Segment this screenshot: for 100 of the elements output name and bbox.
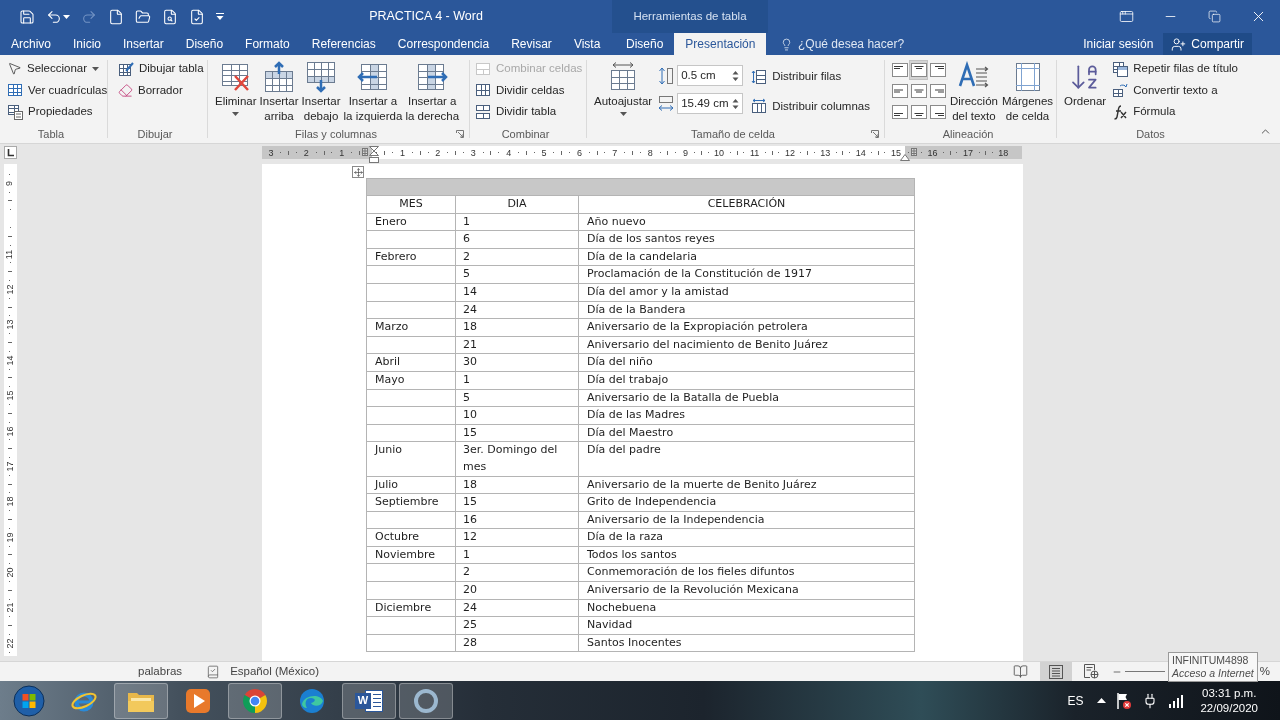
column-marker-icon[interactable]	[362, 148, 368, 156]
customize-menu-icon[interactable]	[216, 13, 224, 20]
document-check-icon[interactable]	[189, 8, 205, 25]
table-cell: 15	[456, 424, 579, 443]
table-cell: Día de los santos reyes	[579, 231, 915, 249]
insert-right-button[interactable]: Insertar a la derecha	[404, 55, 461, 124]
repeat-header-rows-button[interactable]: Repetir filas de título	[1109, 58, 1242, 80]
row-height-field[interactable]: 0.5 cm	[677, 65, 744, 86]
split-table-icon	[475, 103, 491, 120]
taskbar-button[interactable]	[399, 682, 453, 719]
taskbar-button[interactable]	[114, 682, 168, 719]
ribbon-tab[interactable]: Inicio	[62, 33, 113, 55]
share-button[interactable]: Compartir	[1163, 33, 1252, 55]
ribbon-tab[interactable]: Diseño	[615, 33, 675, 55]
select-button[interactable]: Seleccionar	[4, 58, 111, 80]
table-cell: 3er. Domingo del mes	[456, 442, 579, 477]
print-preview-icon[interactable]	[162, 8, 178, 25]
page-layout-icon	[1047, 664, 1064, 679]
table-cell: 2	[456, 248, 579, 267]
formula-button[interactable]: Fórmula	[1109, 101, 1242, 123]
table-cell: 10	[456, 407, 579, 425]
indent-marker-icon[interactable]	[369, 146, 379, 163]
dialog-launcher-icon[interactable]	[456, 130, 464, 138]
table-cell: Octubre	[367, 529, 456, 547]
table-cell: Nochebuena	[579, 599, 915, 618]
table-cell: 2	[456, 564, 579, 583]
clock-date[interactable]: 22/09/2020	[1200, 700, 1258, 716]
print-layout-button[interactable]	[1039, 662, 1072, 681]
dialog-launcher-icon[interactable]	[871, 130, 879, 138]
distribute-columns-button[interactable]: Distribuir columnas	[748, 95, 873, 117]
right-indent-marker-icon[interactable]	[900, 154, 910, 161]
spin-arrows-icon[interactable]	[732, 97, 740, 110]
column-width-field[interactable]: 15.49 cm	[677, 93, 744, 114]
caret-up-icon[interactable]	[1097, 698, 1107, 703]
ribbon-tab[interactable]: Diseño	[174, 33, 235, 55]
eraser-button[interactable]: Borrador	[115, 79, 207, 101]
draw-table-button[interactable]: Dibujar tabla	[115, 58, 207, 80]
group-label: Tamaño de celda	[691, 126, 775, 142]
play-icon	[185, 687, 211, 714]
cell-alignment-icon	[929, 84, 946, 98]
autofit-button[interactable]: Autoajustar	[593, 55, 654, 116]
table-cell: 21	[456, 336, 579, 355]
ribbon-tab[interactable]: Revisar	[500, 33, 563, 55]
ribbon-tab[interactable]: Insertar	[112, 33, 175, 55]
delete-button[interactable]: Eliminar	[214, 55, 258, 116]
table-cell: Febrero	[367, 248, 456, 267]
undo-icon[interactable]	[46, 8, 62, 25]
table-convert-icon	[1112, 82, 1129, 99]
ribbon-tab[interactable]: Archivo	[0, 33, 62, 55]
input-language-indicator[interactable]: ES	[1067, 691, 1084, 710]
table-cell: 15	[456, 494, 579, 512]
taskbar-button[interactable]	[228, 682, 282, 719]
distribute-rows-icon	[751, 68, 768, 85]
insert-below-button[interactable]: Insertar debajo	[300, 55, 342, 124]
align-button[interactable]	[890, 60, 909, 80]
align-button[interactable]	[928, 102, 947, 122]
split-table-button[interactable]: Dividir tabla	[472, 101, 586, 123]
convert-to-text-button[interactable]: Convertir texto a	[1109, 79, 1242, 101]
word-count-text: palabras	[138, 663, 183, 679]
split-cells-button[interactable]: Dividir celdas	[472, 79, 586, 101]
column-marker-icon[interactable]	[911, 148, 917, 156]
open-folder-icon[interactable]	[135, 8, 151, 25]
flag-alert-icon[interactable]	[1116, 691, 1133, 710]
function-icon	[1112, 103, 1129, 120]
ruler-number: 15	[5, 390, 15, 401]
ribbon-tab[interactable]: Correspondencia	[386, 33, 501, 55]
new-document-icon[interactable]	[108, 8, 124, 25]
save-icon[interactable]	[19, 8, 35, 25]
pencil-table-icon	[118, 60, 134, 77]
align-button[interactable]	[928, 60, 947, 80]
start-orb-icon[interactable]	[12, 684, 45, 717]
proofing-book-icon[interactable]	[206, 664, 221, 679]
align-button[interactable]	[909, 60, 928, 80]
table-cell: Todos los santos	[579, 546, 915, 565]
ribbon-tab[interactable]: Referencias	[300, 33, 387, 55]
signal-bars-icon[interactable]	[1168, 693, 1185, 708]
grid-icon	[7, 82, 23, 99]
table-move-handle-icon[interactable]	[352, 166, 364, 178]
table-cell: Enero	[367, 213, 456, 232]
insert-left-button[interactable]: Insertar a la izquierda	[342, 55, 404, 124]
tell-me-button[interactable]: ¿Qué desea hacer?	[768, 33, 905, 55]
cell-margins-button[interactable]: Márgenes de celda	[1000, 55, 1055, 124]
align-button[interactable]	[909, 102, 928, 122]
insert-above-button[interactable]: Insertar arriba	[258, 55, 300, 124]
clock-time[interactable]: 03:31 p.m.	[1202, 685, 1257, 701]
table-cell: 12	[456, 529, 579, 547]
spin-arrows-icon[interactable]	[732, 69, 740, 82]
restore-icon[interactable]	[1207, 10, 1221, 23]
text-direction-button[interactable]: Dirección del texto	[949, 55, 999, 124]
table-cell: Diciembre	[367, 599, 456, 618]
sort-button[interactable]: Ordenar	[1063, 55, 1108, 109]
ribbon-tab[interactable]: Formato	[234, 33, 301, 55]
tab-stop-selector-icon[interactable]	[3, 146, 17, 159]
ribbon-display-options-icon[interactable]	[1118, 9, 1134, 24]
sign-in-button[interactable]: Iniciar sesión	[1073, 33, 1164, 55]
ribbon-tab[interactable]: Vista	[562, 33, 612, 55]
ribbon-tab[interactable]: Presentación	[674, 33, 767, 55]
distribute-rows-button[interactable]: Distribuir filas	[748, 66, 873, 88]
align-button[interactable]	[890, 102, 909, 122]
taskbar-button[interactable]: W	[342, 682, 396, 719]
